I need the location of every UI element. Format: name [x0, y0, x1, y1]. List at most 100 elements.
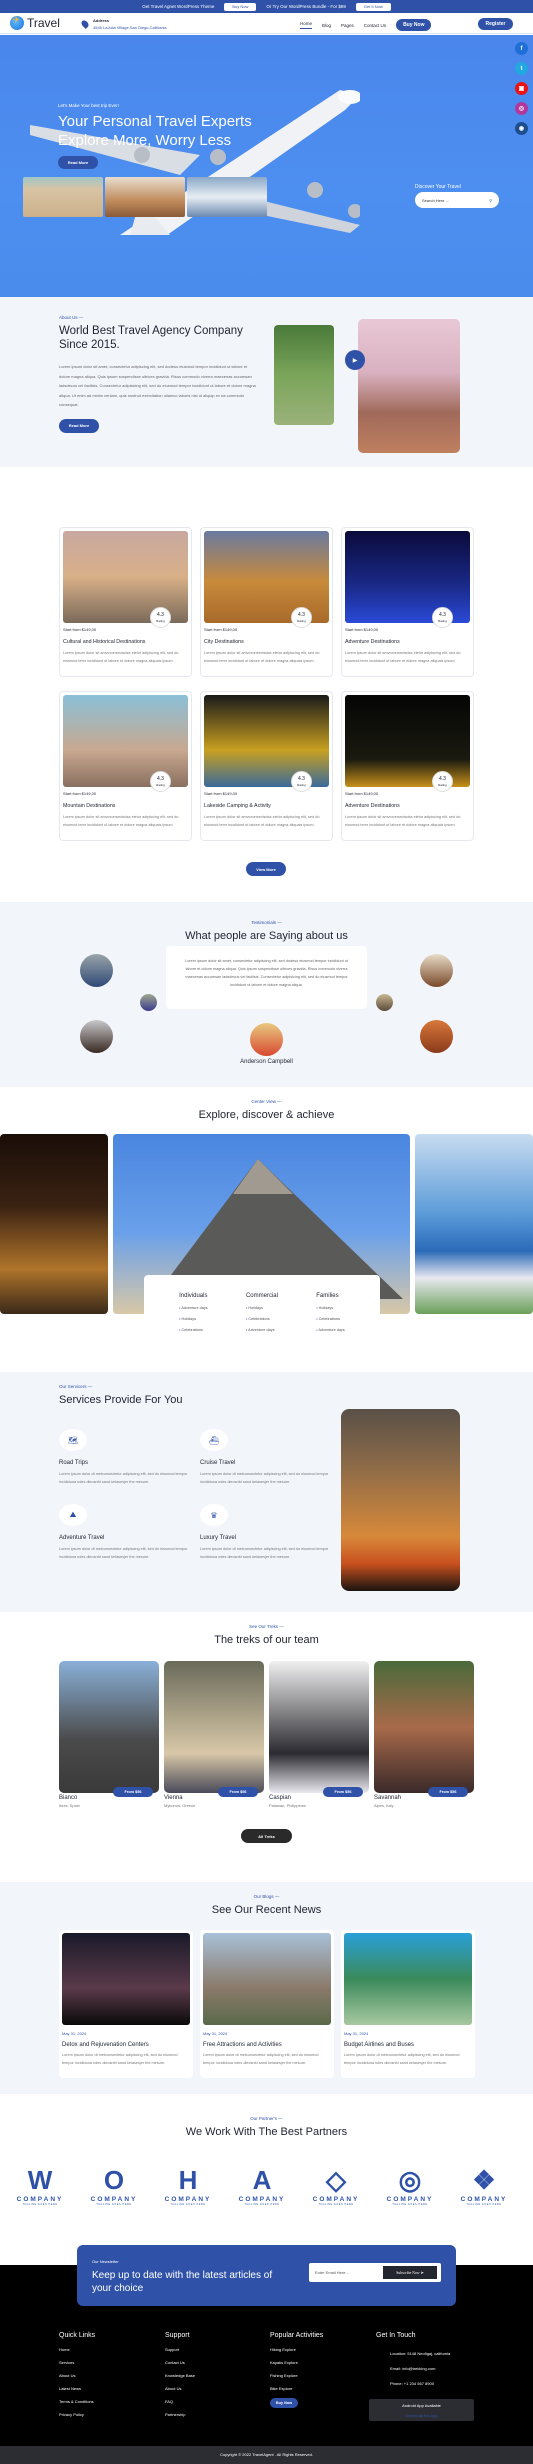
register-button[interactable]: Register	[478, 18, 513, 30]
beach-thumbnail[interactable]	[23, 177, 103, 217]
footer-phone[interactable]: Phone: +1 234 567 8900	[390, 2381, 450, 2386]
reviewer-avatar[interactable]	[140, 994, 157, 1011]
destination-card[interactable]: 4.3 Rating Start from $149,00 Lakeside Camp…	[200, 691, 333, 841]
reviewer-avatar[interactable]	[420, 954, 453, 987]
nav-home[interactable]: Home	[300, 21, 313, 29]
trek-card[interactable]: From $56 Bianco Ibiza, Spain	[59, 1661, 159, 1808]
nav-pages[interactable]: Pages	[341, 23, 354, 28]
blog-title[interactable]: Free Attractions and Activities	[203, 2042, 331, 2048]
reviewer-avatar[interactable]	[376, 994, 393, 1011]
footer-link[interactable]: Contact Us	[165, 2360, 195, 2365]
blog-card[interactable]: May 31, 2024 Budget Airlines and Buses Lor…	[341, 1930, 475, 2078]
explore-item[interactable]: Adventure days	[316, 1328, 344, 1332]
facebook-icon[interactable]: f	[515, 42, 528, 55]
youtube-icon[interactable]: ▣	[515, 82, 528, 95]
explore-item[interactable]: Holidays	[246, 1306, 278, 1310]
partner-logo[interactable]: ◇ COMPANY TAGLINE GOES HERE	[306, 2164, 366, 2206]
explore-item[interactable]: Adventure days	[246, 1328, 278, 1332]
trek-card[interactable]: From $56 Savannah Alpes, Italy	[374, 1661, 474, 1808]
blog-title[interactable]: Budget Airlines and Buses	[344, 2042, 472, 2048]
destination-title[interactable]: Lakeside Camping & Activity	[204, 803, 329, 809]
view-more-button[interactable]: View More	[246, 862, 286, 876]
destination-title[interactable]: Adventure Destinations	[345, 639, 470, 645]
footer-link[interactable]: Bike Explore	[270, 2386, 323, 2391]
partner-logo[interactable]: O COMPANY TAGLINE GOES HERE	[84, 2164, 144, 2206]
reviewer-avatar[interactable]	[420, 1020, 453, 1053]
partner-logo[interactable]: W COMPANY TAGLINE GOES HERE	[10, 2164, 70, 2206]
destination-title[interactable]: Adventure Destinations	[345, 803, 470, 809]
trek-price-badge[interactable]: From $56	[428, 1787, 468, 1797]
footer-link[interactable]: About Us	[59, 2373, 95, 2378]
trek-price-badge[interactable]: From $56	[323, 1787, 363, 1797]
footer-link[interactable]: Fishing Explore	[270, 2373, 323, 2378]
photographer-thumbnail[interactable]	[105, 177, 185, 217]
service-road-trips[interactable]: 🗺 Road Trips Lorem ipsum dolor dt metcon…	[59, 1429, 189, 1486]
promo-get-button[interactable]: Get It Now	[355, 2, 391, 11]
destination-card[interactable]: 4.3 Rating Start from $149,00 Mountain Dest…	[59, 691, 192, 841]
partner-logo[interactable]: ◎ COMPANY TAGLINE GOES HERE	[380, 2164, 440, 2206]
explore-item[interactable]: Celebrations	[316, 1317, 345, 1321]
explore-item[interactable]: Celebrations	[246, 1317, 278, 1321]
blog-card[interactable]: May 31, 2024 Detox and Rejuvenation Cente…	[59, 1930, 193, 2078]
explore-item[interactable]: Holidays	[316, 1306, 345, 1310]
footer-link[interactable]: Services	[59, 2360, 95, 2365]
twitter-icon[interactable]: t	[515, 62, 528, 75]
partner-logo[interactable]: H COMPANY TAGLINE GOES HERE	[158, 2164, 218, 2206]
destination-title[interactable]: Cultural and Historical Destinations	[63, 639, 188, 645]
santorini-image[interactable]	[415, 1134, 533, 1314]
destination-card[interactable]: 4.3 Rating Start from $149,00 Adventure Des…	[341, 527, 474, 677]
partner-logo[interactable]: A COMPANY TAGLINE GOES HERE	[232, 2164, 292, 2206]
footer-link[interactable]: FAQ	[165, 2399, 195, 2404]
trek-price-badge[interactable]: From $56	[218, 1787, 258, 1797]
active-reviewer-avatar[interactable]	[250, 1023, 283, 1056]
nav-contact[interactable]: Contact Us	[364, 23, 386, 28]
promo-buy-button[interactable]: Buy Now	[224, 2, 257, 11]
instagram-icon[interactable]: ◎	[515, 102, 528, 115]
nav-buy-button[interactable]: Buy Now	[396, 19, 432, 31]
blog-title[interactable]: Detox and Rejuvenation Centers	[62, 2042, 190, 2048]
footer-link[interactable]: Partnership	[165, 2412, 195, 2417]
explore-item[interactable]: Adventure days	[179, 1306, 207, 1310]
footer-buy-button[interactable]: Buy Now	[270, 2398, 298, 2408]
about-read-more-button[interactable]: Read More	[59, 418, 99, 433]
search-icon[interactable]: ⚲	[489, 198, 492, 203]
blog-card[interactable]: May 31, 2024 Free Attractions and Activit…	[200, 1930, 334, 2078]
footer-link[interactable]: Kayaks Explore	[270, 2360, 323, 2365]
footer-link[interactable]: Support	[165, 2347, 195, 2352]
footer-link[interactable]: Knowledge Base	[165, 2373, 195, 2378]
explore-item[interactable]: Holidays	[179, 1317, 208, 1321]
service-cruise[interactable]: ⛴ Cruise Travel Lorem ipsum dolor dt met…	[200, 1429, 330, 1486]
trek-price-badge[interactable]: From $56	[113, 1787, 153, 1797]
hero-search-input[interactable]: Search Here ... ⚲	[415, 192, 499, 208]
play-video-icon[interactable]: ▶	[345, 350, 365, 370]
footer-link[interactable]: Terms & Conditions	[59, 2399, 95, 2404]
logo[interactable]: Travel	[10, 15, 60, 30]
hero-read-more-button[interactable]: Read More	[58, 156, 98, 169]
footer-link[interactable]: About Us	[165, 2386, 195, 2391]
dribbble-icon[interactable]: ◉	[515, 122, 528, 135]
trek-card[interactable]: From $56 Caspian Palawan, Philippines	[269, 1661, 369, 1808]
footer-email[interactable]: Email: info@trekking.com	[390, 2366, 450, 2371]
footer-link[interactable]: Home	[59, 2347, 95, 2352]
download-app-link[interactable]: Download the App	[369, 2413, 474, 2418]
destination-title[interactable]: City Destinations	[204, 639, 329, 645]
footer-link[interactable]: Latest News	[59, 2386, 95, 2391]
reviewer-avatar[interactable]	[80, 1020, 113, 1053]
explore-item[interactable]: Celebrations	[179, 1328, 208, 1332]
service-adventure[interactable]: ⛰ Adventure Travel Lorem ipsum dolor dt …	[59, 1504, 189, 1561]
destination-title[interactable]: Mountain Destinations	[63, 803, 188, 809]
trek-card[interactable]: From $56 Vienna Mykonos, Greece	[164, 1661, 264, 1808]
service-luxury[interactable]: ♛ Luxury Travel Lorem ipsum dolor dt met…	[200, 1504, 330, 1561]
nav-blog[interactable]: Blog	[322, 23, 331, 28]
all-treks-button[interactable]: All Treks	[241, 1829, 292, 1843]
big-ben-image[interactable]	[0, 1134, 108, 1314]
destination-card[interactable]: 4.3 Rating Start from $149,00 City Destinat…	[200, 527, 333, 677]
subscribe-button[interactable]: Subscribe Now ➤	[383, 2266, 437, 2279]
partner-logo[interactable]: ❖ COMPANY TAGLINE GOES HERE	[454, 2164, 514, 2206]
destination-card[interactable]: 4.3 Rating Start from $149,00 Adventure Des…	[341, 691, 474, 841]
reviewer-avatar[interactable]	[80, 954, 113, 987]
footer-link[interactable]: Hiking Explore	[270, 2347, 323, 2352]
footer-link[interactable]: Privacy Policy	[59, 2412, 95, 2417]
destination-card[interactable]: 4.3 Rating Start from $149,00 Cultural and …	[59, 527, 192, 677]
cruise-thumbnail[interactable]	[187, 177, 267, 217]
